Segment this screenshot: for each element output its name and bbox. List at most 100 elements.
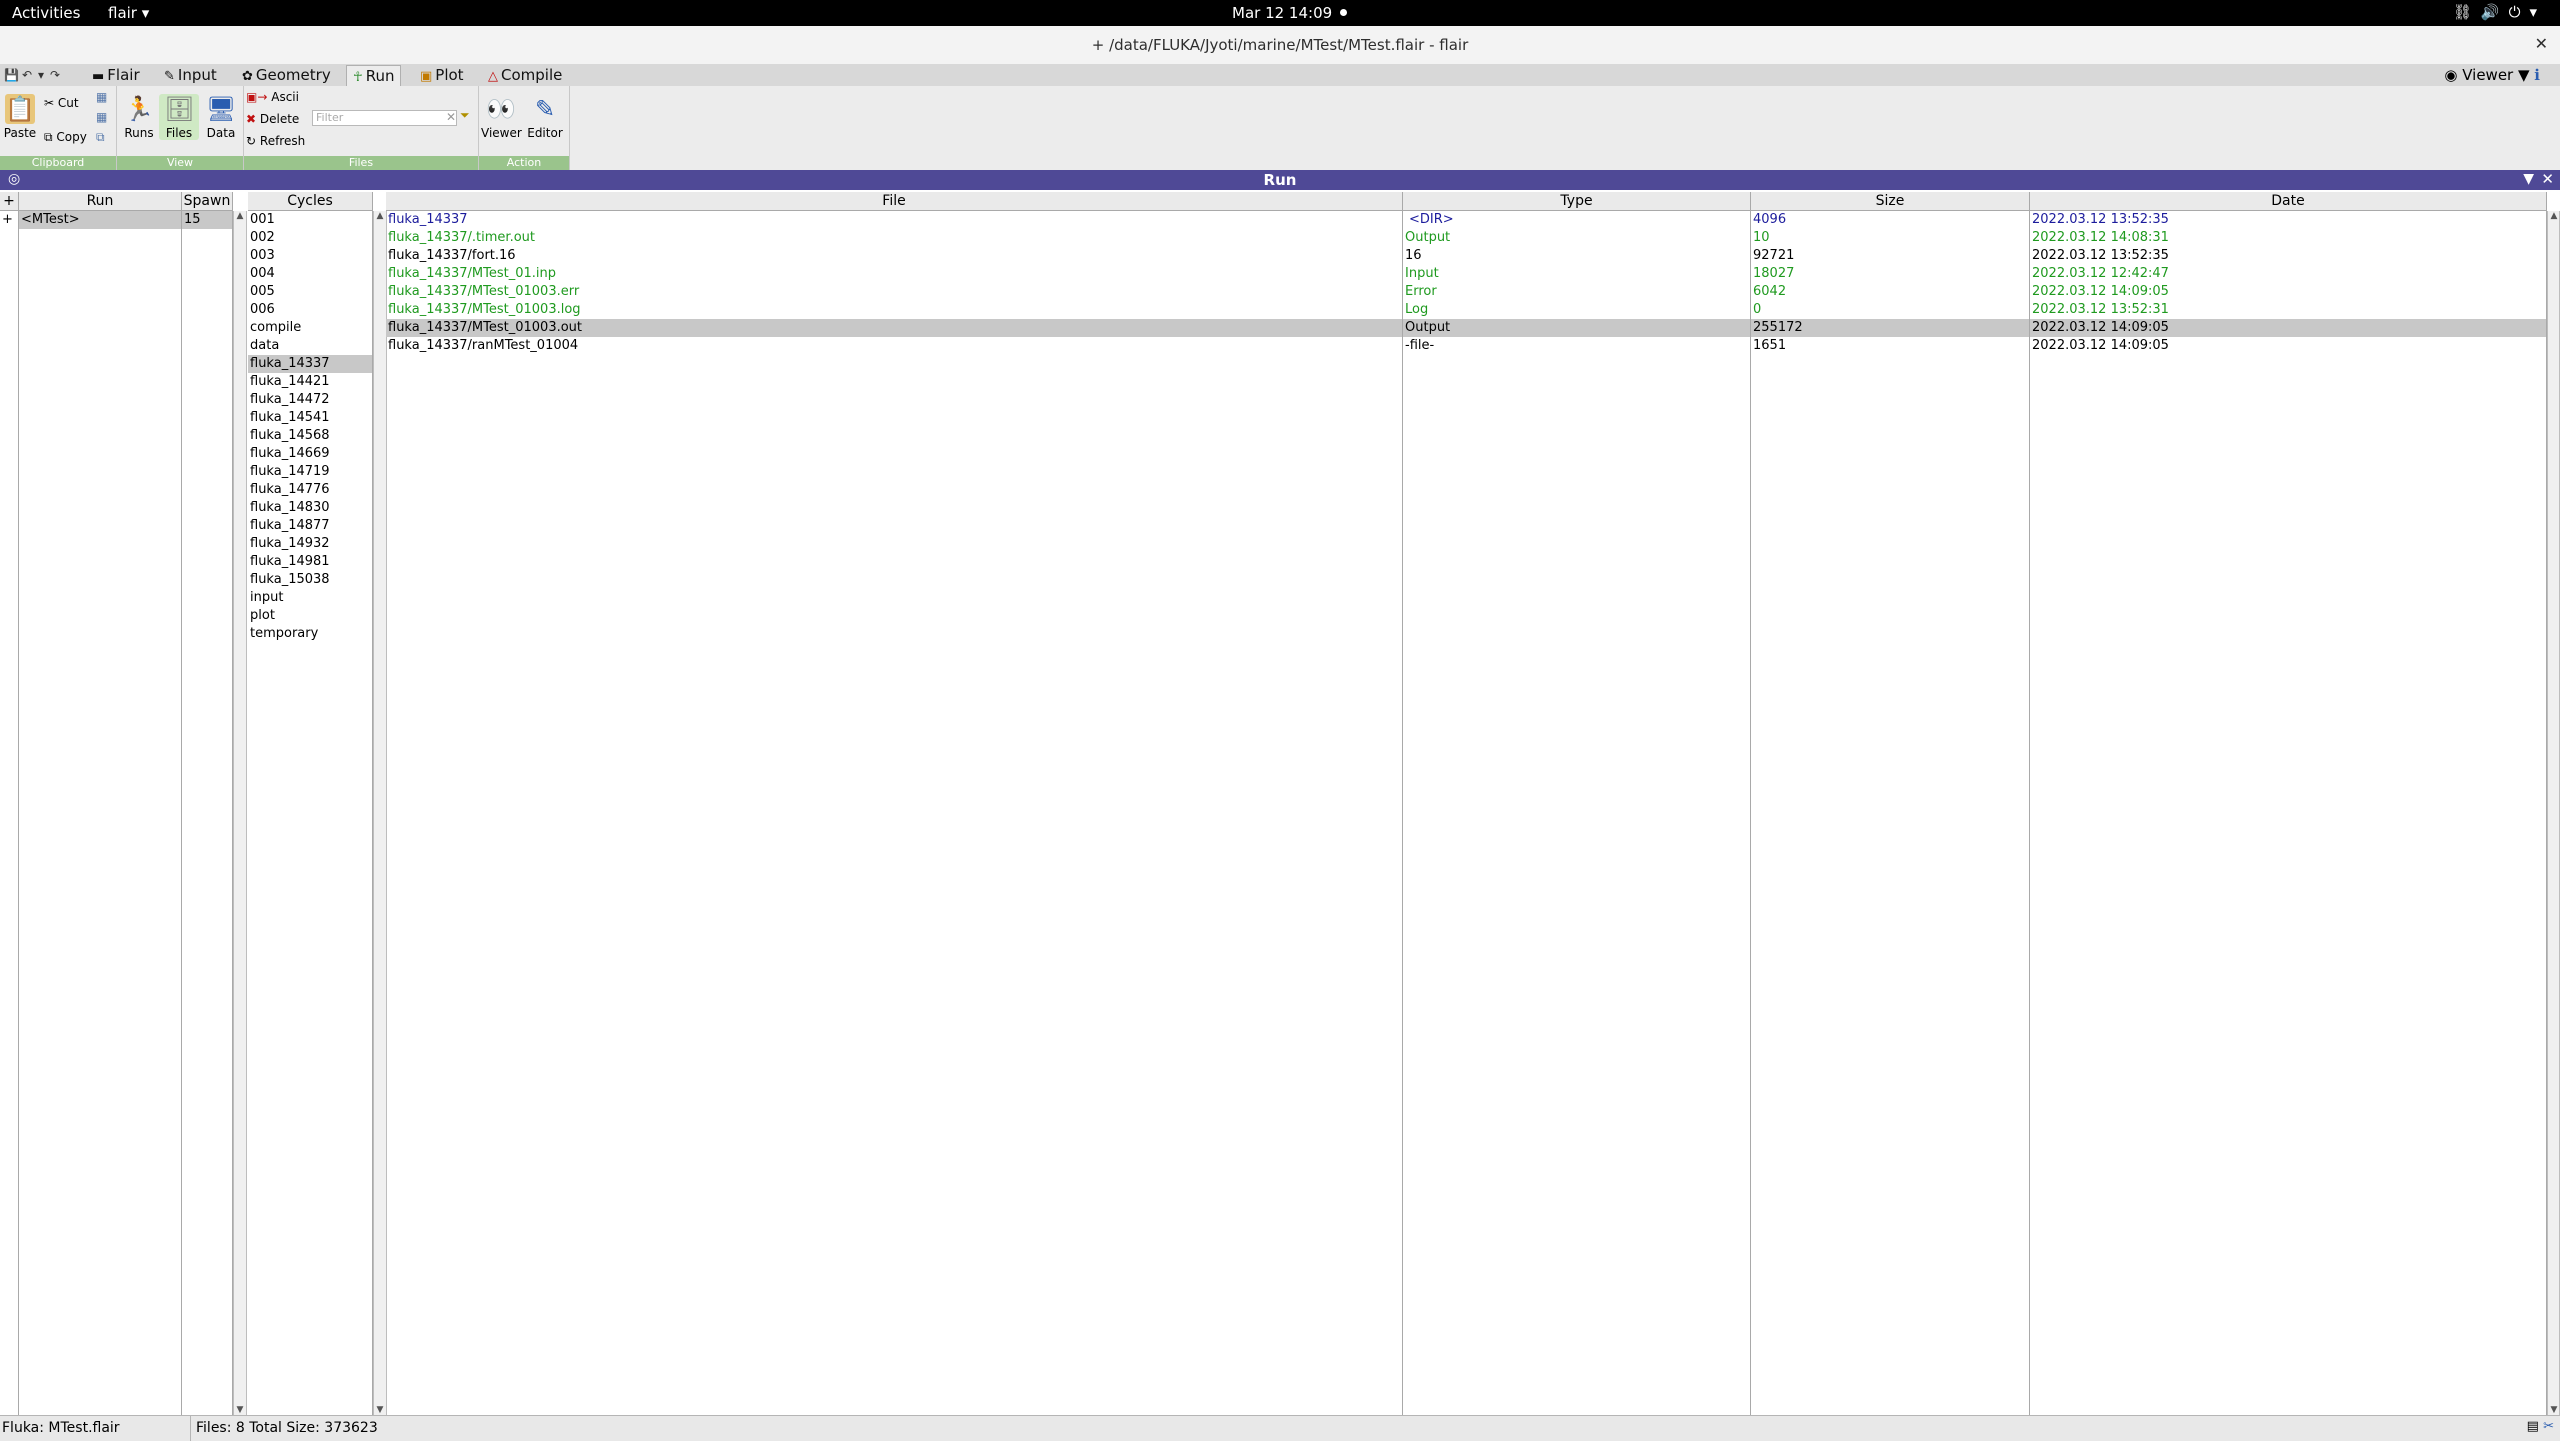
file-column-header[interactable]: File xyxy=(386,192,1403,211)
copy-button[interactable]: ⧉ Copy xyxy=(44,130,87,145)
type-cell[interactable]: Output xyxy=(1403,229,1750,247)
size-cell[interactable]: 4096 xyxy=(1751,211,2029,229)
cycle-item[interactable]: fluka_14472 xyxy=(248,391,372,409)
runs-button[interactable]: 🏃 Runs xyxy=(119,94,159,140)
tools-icon[interactable]: ✂ xyxy=(2543,1419,2554,1434)
tab-flair[interactable]: ▬ Flair xyxy=(86,65,146,86)
editor-button[interactable]: ✎ Editor xyxy=(525,94,565,140)
type-cell[interactable]: <DIR> xyxy=(1403,211,1750,229)
system-tray[interactable]: ⛓🔊⏻▾ xyxy=(2453,3,2546,21)
files-button[interactable]: 🗄 Files xyxy=(159,94,199,140)
run-column-header[interactable]: Run xyxy=(19,192,182,211)
file-cell[interactable]: fluka_14337 xyxy=(386,211,1402,229)
type-cell[interactable]: Error xyxy=(1403,283,1750,301)
panel-close-icon[interactable]: ✕ xyxy=(2541,170,2554,188)
date-cell[interactable]: 2022.03.12 13:52:31 xyxy=(2030,301,2546,319)
cycle-item[interactable]: compile xyxy=(248,319,372,337)
cycle-item[interactable]: 001 xyxy=(248,211,372,229)
size-cell[interactable]: 92721 xyxy=(1751,247,2029,265)
date-cell[interactable]: 2022.03.12 14:08:31 xyxy=(2030,229,2546,247)
expand-header[interactable]: + xyxy=(0,192,19,211)
cycle-item[interactable]: 002 xyxy=(248,229,372,247)
cycle-item[interactable]: 003 xyxy=(248,247,372,265)
dropdown-icon[interactable]: ▾ xyxy=(38,68,44,82)
tab-geometry[interactable]: ✿ Geometry xyxy=(236,65,337,86)
cycle-item[interactable]: fluka_14719 xyxy=(248,463,372,481)
cycle-item[interactable]: fluka_14877 xyxy=(248,517,372,535)
date-cell[interactable]: 2022.03.12 13:52:35 xyxy=(2030,247,2546,265)
size-cell[interactable]: 1651 xyxy=(1751,337,2029,355)
date-cell[interactable]: 2022.03.12 13:52:35 xyxy=(2030,211,2546,229)
clear-filter-icon[interactable]: ✕ xyxy=(446,110,456,124)
cycle-item[interactable]: fluka_14981 xyxy=(248,553,372,571)
file-cell[interactable]: fluka_14337/fort.16 xyxy=(386,247,1402,265)
save-icon[interactable]: 💾 xyxy=(4,68,19,82)
run-item[interactable]: <MTest> xyxy=(19,211,181,229)
type-column-header[interactable]: Type xyxy=(1403,192,1751,211)
cycle-item[interactable]: fluka_14830 xyxy=(248,499,372,517)
cycle-item[interactable]: plot xyxy=(248,607,372,625)
clock[interactable]: Mar 12 14:09 xyxy=(1232,4,1332,22)
scroll-up-icon[interactable]: ▲ xyxy=(234,211,246,221)
cycle-item[interactable]: 005 xyxy=(248,283,372,301)
cycle-item[interactable]: fluka_15038 xyxy=(248,571,372,589)
scroll-up-icon[interactable]: ▲ xyxy=(2548,211,2560,221)
date-cell[interactable]: 2022.03.12 14:09:05 xyxy=(2030,283,2546,301)
scroll-down-icon[interactable]: ▼ xyxy=(234,1405,246,1415)
terminal-icon[interactable]: ▤ xyxy=(2527,1419,2539,1434)
delete-button[interactable]: ✖ Delete xyxy=(246,112,299,126)
expand-toggle[interactable]: + xyxy=(0,211,18,229)
cycle-item[interactable]: input xyxy=(248,589,372,607)
cycle-item[interactable]: fluka_14337 xyxy=(248,355,372,373)
app-menu[interactable]: flair ▾ xyxy=(108,4,149,22)
cycle-item[interactable]: 006 xyxy=(248,301,372,319)
cycle-item[interactable]: data xyxy=(248,337,372,355)
type-cell[interactable]: Output xyxy=(1403,319,1750,337)
clone-icon[interactable]: ⧉ xyxy=(96,130,105,145)
network-icon[interactable]: ⛓ xyxy=(2453,3,2481,21)
tab-plot[interactable]: ▣ Plot xyxy=(414,65,470,86)
activities-button[interactable]: Activities xyxy=(12,4,80,22)
file-cell[interactable]: fluka_14337/ranMTest_01004 xyxy=(386,337,1402,355)
date-column-header[interactable]: Date xyxy=(2030,192,2547,211)
undo-icon[interactable]: ↶ xyxy=(22,68,32,82)
tab-compile[interactable]: △ Compile xyxy=(482,65,568,86)
spawn-column-header[interactable]: Spawn xyxy=(182,192,233,211)
size-cell[interactable]: 6042 xyxy=(1751,283,2029,301)
size-cell[interactable]: 255172 xyxy=(1751,319,2029,337)
viewer-button[interactable]: 👀 Viewer xyxy=(481,94,522,140)
scroll-up-icon[interactable]: ▲ xyxy=(374,211,386,221)
spawn-value[interactable]: 15 xyxy=(182,211,232,229)
tab-run[interactable]: ☥ Run xyxy=(346,65,402,87)
cycle-item[interactable]: temporary xyxy=(248,625,372,643)
type-cell[interactable]: Log xyxy=(1403,301,1750,319)
cycle-item[interactable]: fluka_14541 xyxy=(248,409,372,427)
size-cell[interactable]: 10 xyxy=(1751,229,2029,247)
data-button[interactable]: 🖥 Data xyxy=(201,94,241,140)
file-cell[interactable]: fluka_14337/MTest_01003.out xyxy=(386,319,1402,337)
redo-icon[interactable]: ↷ xyxy=(50,68,60,82)
date-cell[interactable]: 2022.03.12 14:09:05 xyxy=(2030,337,2546,355)
file-cell[interactable]: fluka_14337/MTest_01003.err xyxy=(386,283,1402,301)
cycles-scrollbar[interactable]: ▲ ▼ xyxy=(373,211,387,1415)
refresh-button[interactable]: ↻ Refresh xyxy=(246,134,305,148)
date-cell[interactable]: 2022.03.12 14:09:05 xyxy=(2030,319,2546,337)
size-cell[interactable]: 18027 xyxy=(1751,265,2029,283)
filter-input[interactable]: Filter xyxy=(312,110,457,126)
cycle-item[interactable]: fluka_14421 xyxy=(248,373,372,391)
window-close-button[interactable]: ✕ xyxy=(2535,34,2548,53)
date-cell[interactable]: 2022.03.12 12:42:47 xyxy=(2030,265,2546,283)
power-icon[interactable]: ⏻▾ xyxy=(2509,3,2546,21)
cycle-item[interactable]: fluka_14932 xyxy=(248,535,372,553)
size-column-header[interactable]: Size xyxy=(1751,192,2030,211)
file-cell[interactable]: fluka_14337/.timer.out xyxy=(386,229,1402,247)
cycles-column-header[interactable]: Cycles xyxy=(248,192,373,211)
cycle-item[interactable]: 004 xyxy=(248,265,372,283)
type-cell[interactable]: Input xyxy=(1403,265,1750,283)
grid-icon[interactable]: ▦ xyxy=(96,110,107,124)
ascii-button[interactable]: ▣→ Ascii xyxy=(246,90,299,104)
tab-input[interactable]: ✎ Input xyxy=(158,65,223,86)
paste-button[interactable]: 📋 Paste xyxy=(0,94,40,140)
files-scrollbar[interactable]: ▲ ▼ xyxy=(2547,211,2560,1415)
info-icon[interactable]: ℹ xyxy=(2534,66,2540,84)
